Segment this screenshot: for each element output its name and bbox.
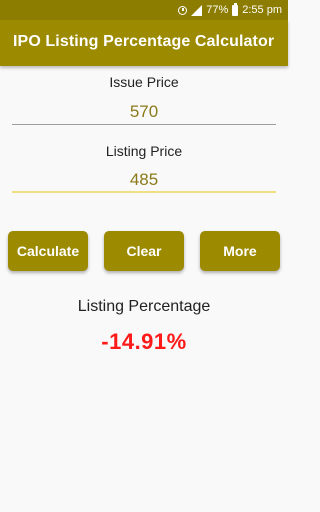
- clear-button[interactable]: Clear: [104, 231, 184, 271]
- calculate-button[interactable]: Calculate: [8, 231, 88, 271]
- status-icons: 77% 2:55 pm: [178, 2, 282, 17]
- alarm-icon: [178, 5, 188, 15]
- battery-percent: 77%: [206, 4, 229, 16]
- status-bar: 77% 2:55 pm: [0, 0, 288, 20]
- listing-price-underline: [12, 191, 276, 193]
- issue-price-underline: [12, 124, 276, 125]
- app-title: IPO Listing Percentage Calculator: [13, 33, 275, 50]
- listing-price-input[interactable]: [12, 166, 276, 194]
- more-button[interactable]: More: [200, 231, 280, 271]
- result-label: Listing Percentage: [77, 298, 211, 315]
- result-value: -14.91%: [101, 329, 187, 354]
- clock-time: 2:55 pm: [242, 4, 282, 16]
- issue-price-label: Issue Price: [109, 74, 179, 90]
- issue-price-input[interactable]: [12, 98, 276, 126]
- battery-icon: [232, 2, 239, 16]
- listing-price-label: Listing Price: [105, 143, 183, 159]
- app-bar: IPO Listing Percentage Calculator: [0, 20, 288, 66]
- signal-icon: [191, 4, 203, 16]
